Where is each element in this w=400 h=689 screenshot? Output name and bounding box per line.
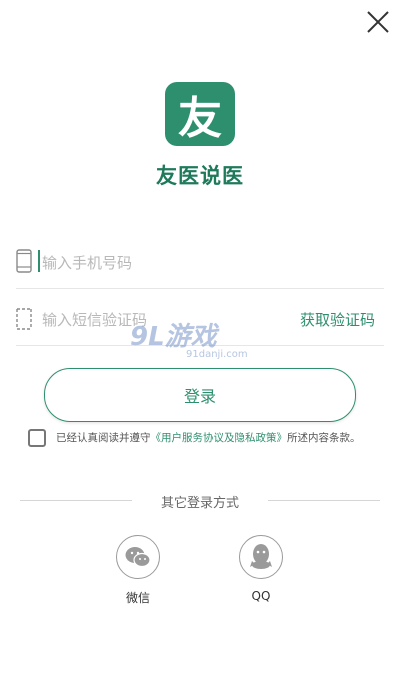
qq-login-button[interactable] xyxy=(239,535,283,579)
get-code-button[interactable]: 获取验证码 xyxy=(300,309,375,330)
qq-label: QQ xyxy=(251,589,271,603)
watermark-text: 9L游戏 xyxy=(130,322,217,352)
qq-icon xyxy=(250,544,272,569)
close-icon[interactable] xyxy=(362,6,392,36)
watermark: 9L游戏 91danji.com xyxy=(130,316,248,360)
sms-code-icon xyxy=(16,308,32,330)
agreement-prefix: 已经认真阅读并遵守 xyxy=(56,432,151,444)
other-login-title: 其它登录方式 xyxy=(0,492,400,511)
wechat-label: 微信 xyxy=(125,591,150,605)
watermark-sub: 91danji.com xyxy=(186,349,248,360)
phone-icon xyxy=(16,249,32,273)
wechat-icon xyxy=(125,547,151,568)
phone-input[interactable] xyxy=(42,252,342,274)
agreement-checkbox[interactable] xyxy=(28,429,46,447)
text-cursor xyxy=(38,250,40,272)
app-name: 友医说医 xyxy=(156,164,244,188)
phone-divider xyxy=(16,288,384,289)
login-button[interactable]: 登录 xyxy=(44,368,356,422)
wechat-login-button[interactable] xyxy=(116,535,160,579)
agreement-suffix: 所述内容条款。 xyxy=(287,432,361,444)
app-logo: 友 xyxy=(165,82,235,146)
agreement-text: 已经认真阅读并遵守《用户服务协议及隐私政策》所述内容条款。 xyxy=(56,430,361,445)
agreement-link[interactable]: 《用户服务协议及隐私政策》 xyxy=(151,432,288,444)
